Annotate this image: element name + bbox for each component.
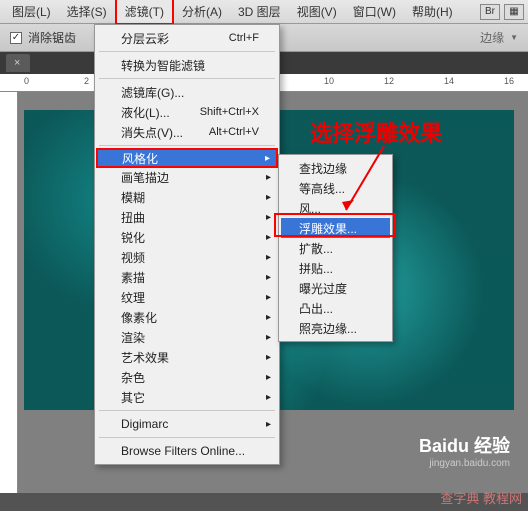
menu-window[interactable]: 窗口(W) [345, 0, 404, 23]
menu-item[interactable]: 模糊 [97, 187, 277, 207]
submenu-item[interactable]: 浮雕效果... [281, 218, 390, 238]
menu-separator [99, 437, 275, 438]
menu-3d[interactable]: 3D 图层 [230, 0, 289, 23]
menu-item[interactable]: 转换为智能滤镜 [97, 55, 277, 75]
menubar: 图层(L) 选择(S) 滤镜(T) 分析(A) 3D 图层 视图(V) 窗口(W… [0, 0, 528, 24]
menu-item[interactable]: Digimarc [97, 414, 277, 434]
menu-item[interactable]: 滤镜库(G)... [97, 82, 277, 102]
menu-item[interactable]: 视频 [97, 247, 277, 267]
menu-separator [99, 51, 275, 52]
baidu-watermark: Baidu 经验 jingyan.baidu.com [419, 432, 510, 469]
menu-item[interactable]: 锐化 [97, 227, 277, 247]
stylize-submenu: 查找边缘等高线...风...浮雕效果...扩散...拼贴...曝光过度凸出...… [278, 154, 393, 342]
document-tab[interactable]: × [6, 54, 30, 72]
menu-item[interactable]: 艺术效果 [97, 347, 277, 367]
menu-separator [99, 145, 275, 146]
menu-item[interactable]: 扭曲 [97, 207, 277, 227]
menu-item[interactable]: 素描 [97, 267, 277, 287]
menu-item[interactable]: 纹理 [97, 287, 277, 307]
submenu-item[interactable]: 扩散... [281, 238, 390, 258]
chevron-down-icon[interactable]: ▼ [510, 33, 518, 42]
grid-icon[interactable]: ▦ [504, 4, 524, 20]
menu-select[interactable]: 选择(S) [59, 0, 115, 23]
menu-separator [99, 78, 275, 79]
menu-item[interactable]: Browse Filters Online... [97, 441, 277, 461]
menu-item[interactable]: 渲染 [97, 327, 277, 347]
menu-item[interactable]: 画笔描边 [97, 167, 277, 187]
footer-watermark: 查字典 教程网 [440, 488, 522, 507]
submenu-item[interactable]: 等高线... [281, 178, 390, 198]
menu-item[interactable]: 像素化 [97, 307, 277, 327]
menu-help[interactable]: 帮助(H) [404, 0, 461, 23]
submenu-item[interactable]: 查找边缘 [281, 158, 390, 178]
menu-separator [99, 410, 275, 411]
menu-analysis[interactable]: 分析(A) [174, 0, 230, 23]
submenu-item[interactable]: 拼贴... [281, 258, 390, 278]
antialias-label: 消除锯齿 [28, 29, 76, 46]
menu-item[interactable]: 分层云彩Ctrl+F [97, 28, 277, 48]
submenu-item[interactable]: 风... [281, 198, 390, 218]
menu-item[interactable]: 液化(L)...Shift+Ctrl+X [97, 102, 277, 122]
submenu-item[interactable]: 凸出... [281, 298, 390, 318]
menu-filter[interactable]: 滤镜(T) [115, 0, 174, 25]
menu-item[interactable]: 风格化 [96, 148, 278, 168]
menu-item[interactable]: 杂色 [97, 367, 277, 387]
submenu-item[interactable]: 曝光过度 [281, 278, 390, 298]
bridge-icon[interactable]: Br [480, 4, 500, 20]
submenu-item[interactable]: 照亮边缘... [281, 318, 390, 338]
menu-layer[interactable]: 图层(L) [4, 0, 59, 23]
menu-view[interactable]: 视图(V) [289, 0, 345, 23]
menu-item[interactable]: 其它 [97, 387, 277, 407]
edge-label: 边缘 [480, 29, 504, 46]
annotation-text: 选择浮雕效果 [310, 116, 442, 148]
vertical-ruler [0, 92, 18, 493]
antialias-checkbox[interactable]: ✓ [10, 32, 22, 44]
menu-item[interactable]: 消失点(V)...Alt+Ctrl+V [97, 122, 277, 142]
filter-menu-dropdown: 分层云彩Ctrl+F 转换为智能滤镜滤镜库(G)...液化(L)...Shift+… [94, 24, 280, 465]
